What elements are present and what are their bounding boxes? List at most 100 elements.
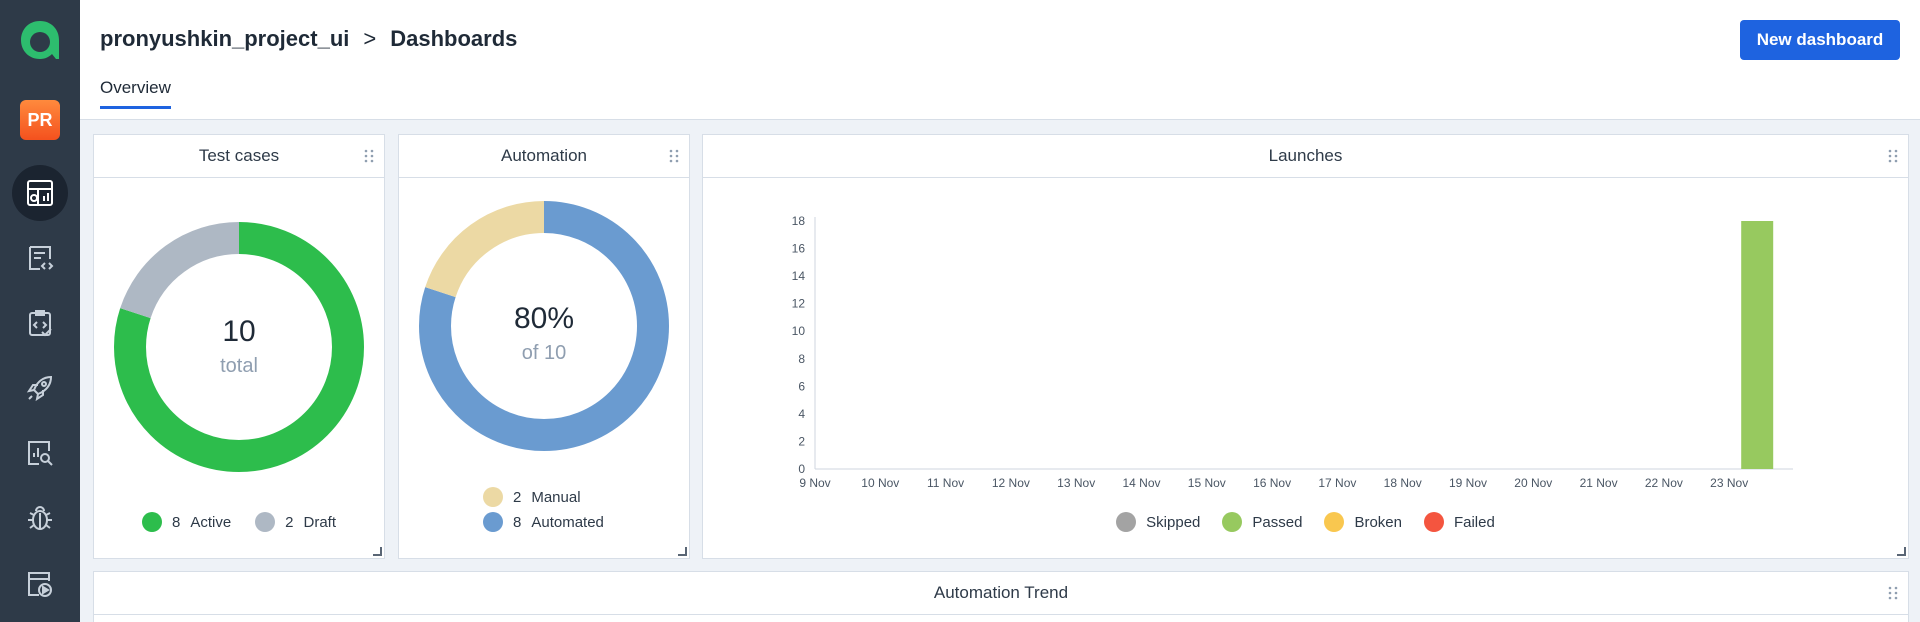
- dashboard-icon: [27, 180, 53, 206]
- automation-percent: 80%: [513, 302, 575, 335]
- resize-handle-icon[interactable]: [677, 546, 687, 556]
- sidebar-item-analytics[interactable]: [12, 425, 68, 481]
- sidebar-item-test-plans[interactable]: [12, 295, 68, 351]
- automation-of-label: of 10: [521, 342, 567, 364]
- y-tick-label: 12: [792, 297, 806, 311]
- tab-overview[interactable]: Overview: [100, 78, 171, 109]
- page-header: pronyushkin_project_ui > Dashboards New …: [80, 0, 1920, 120]
- widget-header: Test cases: [94, 135, 384, 178]
- test-cases-total: 10: [222, 315, 256, 348]
- legend-label: Active: [190, 513, 232, 531]
- test-cases-total-label: total: [220, 355, 258, 377]
- resize-handle-icon[interactable]: [372, 546, 382, 556]
- legend-label: Broken: [1354, 513, 1402, 531]
- launches-icon: [26, 375, 53, 402]
- defects-icon: [28, 506, 52, 530]
- y-tick-label: 10: [792, 324, 806, 338]
- widget-title: Automation Trend: [933, 583, 1069, 602]
- legend-item-broken[interactable]: Broken: [1324, 512, 1402, 532]
- legend-label: Failed: [1453, 513, 1495, 531]
- widget-header: Automation: [399, 135, 689, 178]
- x-tick-label: 15 Nov: [1188, 476, 1226, 490]
- legend-swatch: [1423, 512, 1444, 532]
- legend-count: 2: [285, 513, 294, 531]
- automation-widget: Automation 80% of 10 2 Manual 8 Automate…: [398, 134, 690, 559]
- legend-label: Skipped: [1146, 513, 1201, 531]
- x-tick-label: 21 Nov: [1580, 476, 1618, 490]
- sidebar-item-launches[interactable]: [12, 360, 68, 416]
- x-tick-label: 12 Nov: [992, 476, 1030, 490]
- breadcrumb: pronyushkin_project_ui > Dashboards: [100, 26, 517, 52]
- legend-count: 8: [171, 513, 181, 531]
- launches-legend: Skipped Passed Broken Failed: [703, 512, 1908, 532]
- legend-count: 8: [513, 513, 522, 531]
- legend-swatch: [255, 512, 276, 532]
- legend-label: Manual: [531, 488, 581, 506]
- breadcrumb-project[interactable]: pronyushkin_project_ui: [100, 26, 349, 52]
- x-tick-label: 19 Nov: [1449, 476, 1487, 490]
- sidebar-item-jobs[interactable]: [12, 556, 68, 612]
- legend-label: Automated: [531, 513, 604, 531]
- resize-handle-icon[interactable]: [1896, 546, 1906, 556]
- legend-swatch: [483, 487, 503, 507]
- test-cases-legend: 8 Active 2 Draft: [94, 512, 384, 532]
- project-avatar[interactable]: PR: [20, 100, 60, 140]
- test-cases-widget: Test cases 10 total 8 Active 2 Draft: [93, 134, 385, 559]
- legend-item-failed[interactable]: Failed: [1423, 512, 1495, 532]
- legend-item-automated[interactable]: 8 Automated: [483, 512, 604, 532]
- drag-handle-icon[interactable]: [669, 149, 679, 163]
- drag-handle-icon[interactable]: [1888, 149, 1898, 163]
- x-tick-label: 14 Nov: [1122, 476, 1160, 490]
- legend-swatch: [483, 512, 503, 532]
- automation-legend: 2 Manual 8 Automated: [483, 487, 604, 532]
- test-plans-icon: [29, 310, 52, 337]
- legend-item-active[interactable]: 8 Active: [141, 512, 232, 532]
- sidebar-item-defects[interactable]: [12, 490, 68, 546]
- x-tick-label: 18 Nov: [1384, 476, 1422, 490]
- analytics-icon: [28, 441, 53, 466]
- new-dashboard-button[interactable]: New dashboard: [1740, 20, 1900, 60]
- legend-swatch: [1222, 512, 1243, 532]
- sidebar: PR: [0, 0, 80, 622]
- x-tick-label: 22 Nov: [1645, 476, 1683, 490]
- y-tick-label: 14: [792, 269, 806, 283]
- legend-label: Passed: [1252, 513, 1303, 531]
- breadcrumb-separator: >: [363, 26, 377, 51]
- y-tick-label: 8: [798, 352, 805, 366]
- sidebar-item-test-cases[interactable]: [12, 230, 68, 286]
- y-tick-label: 18: [792, 214, 806, 228]
- legend-item-draft[interactable]: 2 Draft: [255, 512, 336, 532]
- y-tick-label: 4: [798, 407, 805, 421]
- y-tick-label: 16: [792, 242, 806, 256]
- bar-passed[interactable]: [1741, 221, 1774, 469]
- x-tick-label: 9 Nov: [799, 476, 830, 490]
- drag-handle-icon[interactable]: [1888, 586, 1898, 600]
- widget-header: Launches: [703, 135, 1908, 178]
- legend-swatch: [1116, 512, 1137, 532]
- breadcrumb-current: Dashboards: [390, 26, 518, 51]
- x-tick-label: 11 Nov: [927, 476, 964, 490]
- widget-title: Test cases: [198, 146, 280, 165]
- automation-trend-widget: Automation Trend: [93, 571, 1909, 622]
- x-tick-label: 17 Nov: [1318, 476, 1356, 490]
- sidebar-item-dashboards[interactable]: [12, 165, 68, 221]
- y-tick-label: 6: [798, 379, 805, 393]
- jobs-icon: [28, 572, 52, 597]
- legend-item-skipped[interactable]: Skipped: [1116, 512, 1200, 532]
- drag-handle-icon[interactable]: [364, 149, 374, 163]
- x-tick-label: 23 Nov: [1710, 476, 1748, 490]
- legend-label: Draft: [303, 513, 337, 531]
- legend-swatch: [1324, 512, 1345, 532]
- legend-item-passed[interactable]: Passed: [1222, 512, 1302, 532]
- x-tick-label: 20 Nov: [1514, 476, 1552, 490]
- legend-swatch: [141, 512, 162, 532]
- widget-header: Automation Trend: [94, 572, 1908, 615]
- launches-bar-chart: 0 2 4 6 8 10 12 14 16 18 9 Nov 10 Nov 11 Nov 12 Nov 13…: [792, 214, 1793, 490]
- legend-count: 2: [513, 488, 522, 506]
- x-tick-label: 16 Nov: [1253, 476, 1291, 490]
- widget-title: Launches: [1268, 146, 1343, 165]
- y-tick-label: 0: [798, 462, 805, 476]
- app-logo[interactable]: [18, 18, 62, 62]
- x-tick-label: 13 Nov: [1057, 476, 1095, 490]
- legend-item-manual[interactable]: 2 Manual: [483, 487, 581, 507]
